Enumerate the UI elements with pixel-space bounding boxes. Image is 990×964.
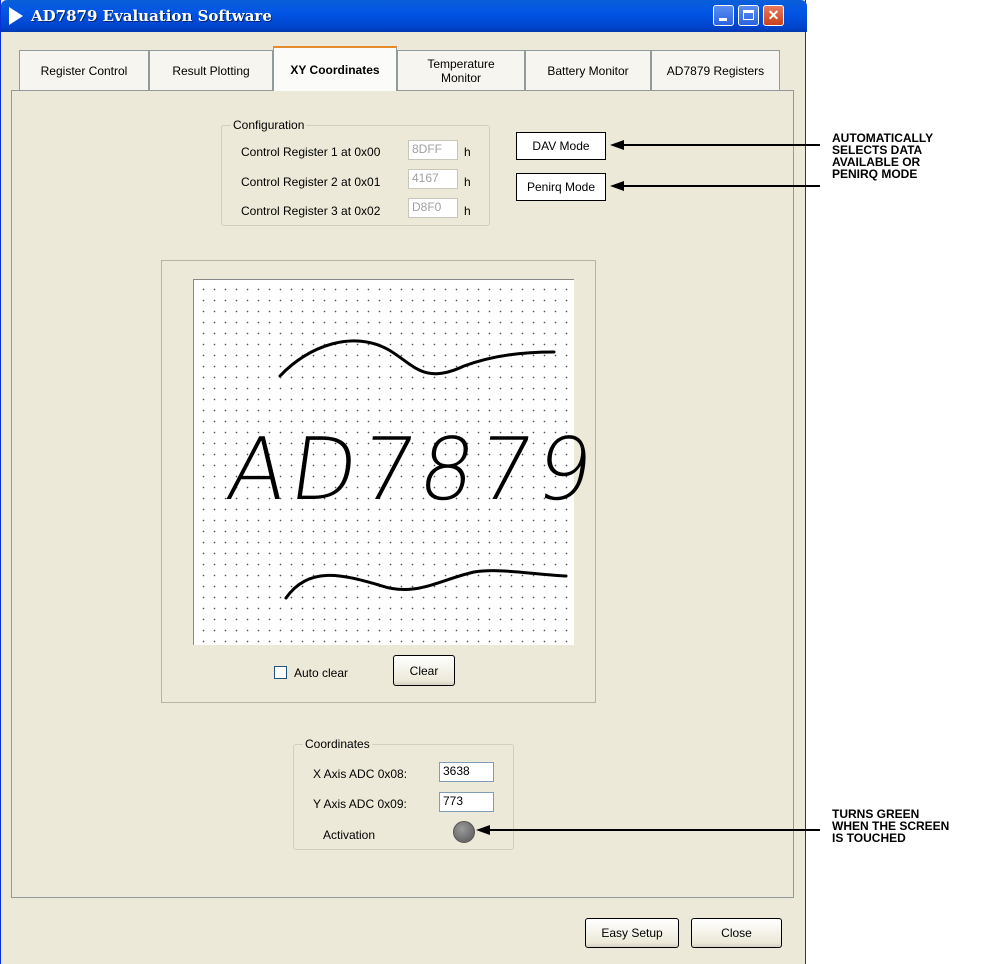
- close-icon: ✕: [767, 7, 780, 23]
- tab-xy-coordinates[interactable]: XY Coordinates: [273, 46, 397, 91]
- control-register-3-label: Control Register 3 at 0x02: [241, 204, 381, 218]
- tab-register-control[interactable]: Register Control: [19, 50, 149, 90]
- activation-indicator-icon: [453, 821, 475, 843]
- control-register-1-label: Control Register 1 at 0x00: [241, 145, 381, 159]
- easy-setup-button[interactable]: Easy Setup: [585, 918, 679, 948]
- coordinates-title: Coordinates: [303, 737, 372, 751]
- app-window: AD7879 Evaluation Software ✕ Register Co…: [0, 0, 807, 964]
- y-axis-adc-label: Y Axis ADC 0x09:: [313, 797, 407, 811]
- control-register-1-unit: h: [464, 145, 471, 159]
- title-bar[interactable]: AD7879 Evaluation Software ✕: [1, 0, 807, 32]
- close-button[interactable]: Close: [691, 918, 782, 948]
- control-register-1-field[interactable]: 8DFF: [408, 140, 458, 160]
- y-axis-adc-field[interactable]: 773: [439, 792, 494, 812]
- window-title: AD7879 Evaluation Software: [31, 7, 272, 25]
- maximize-button[interactable]: [738, 5, 759, 26]
- handwriting-text: AD7879: [220, 420, 603, 520]
- minimize-button[interactable]: [713, 5, 734, 26]
- control-register-2-unit: h: [464, 175, 471, 189]
- tab-temperature-monitor[interactable]: Temperature Monitor: [397, 50, 525, 90]
- mode-annotation-line: PENIRQ MODE: [832, 167, 918, 181]
- touch-drawing-canvas[interactable]: AD7879: [193, 279, 603, 645]
- activation-annotation: TURNS GREEN WHEN THE SCREEN IS TOUCHED: [832, 808, 949, 844]
- dav-mode-button[interactable]: DAV Mode: [516, 132, 606, 160]
- auto-clear-label: Auto clear: [294, 666, 349, 680]
- x-axis-adc-field[interactable]: 3638: [439, 762, 494, 782]
- clear-button[interactable]: Clear: [393, 655, 455, 686]
- close-window-button[interactable]: ✕: [763, 5, 784, 26]
- activation-label: Activation: [323, 828, 376, 842]
- configuration-title: Configuration: [231, 118, 307, 132]
- control-register-3-field[interactable]: D8F0: [408, 198, 458, 218]
- mode-annotation: AUTOMATICALLY SELECTS DATA AVAILABLE OR …: [832, 132, 933, 180]
- control-register-2-label: Control Register 2 at 0x01: [241, 175, 381, 189]
- tab-ad7879-registers[interactable]: AD7879 Registers: [651, 50, 780, 90]
- penirq-mode-button[interactable]: Penirq Mode: [516, 173, 606, 201]
- tab-result-plotting[interactable]: Result Plotting: [149, 50, 273, 90]
- activation-annotation-line: IS TOUCHED: [832, 831, 906, 845]
- auto-clear-checkbox[interactable]: [274, 666, 287, 679]
- app-play-icon: [9, 7, 23, 25]
- x-axis-adc-label: X Axis ADC 0x08:: [313, 767, 408, 781]
- tab-battery-monitor[interactable]: Battery Monitor: [525, 50, 651, 90]
- control-register-2-field[interactable]: 4167: [408, 169, 458, 189]
- control-register-3-unit: h: [464, 204, 471, 218]
